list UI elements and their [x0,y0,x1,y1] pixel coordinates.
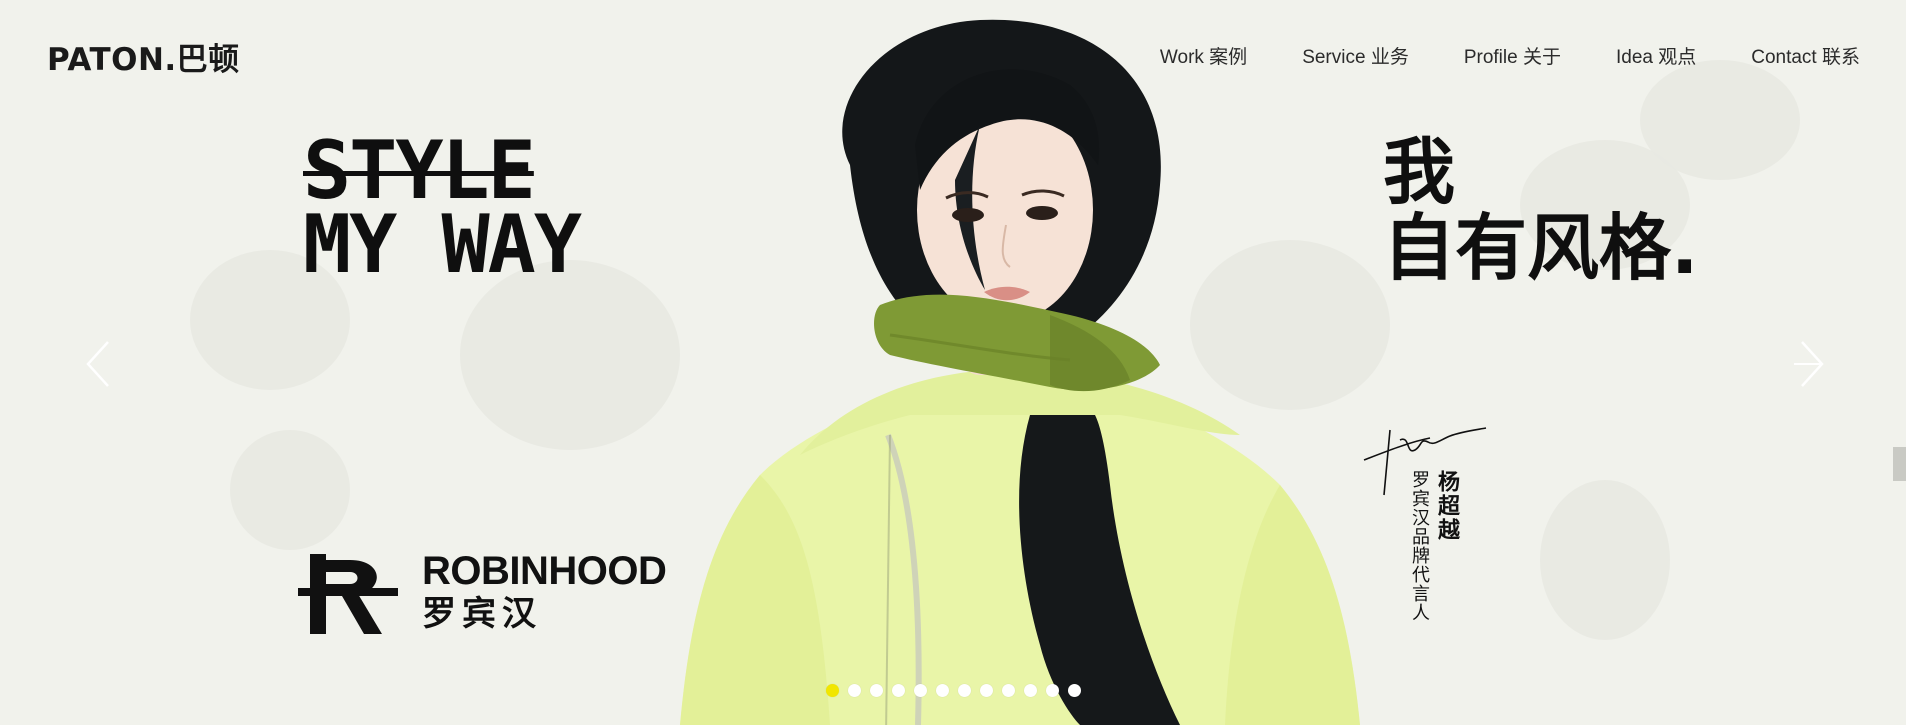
robinhood-logo-icon [298,554,398,634]
carousel-dot[interactable] [980,684,993,697]
carousel-dot[interactable] [1024,684,1037,697]
brand-name-en: ROBINHOOD [422,549,667,593]
carousel-dot[interactable] [936,684,949,697]
ambassador-name: 杨超越 [1434,470,1459,542]
site-logo[interactable]: PATON.巴顿 [47,34,240,79]
nav-item-contact[interactable]: Contact 联系 [1751,42,1860,69]
carousel-dot[interactable] [1002,684,1015,697]
chevron-right-icon[interactable] [1790,338,1830,390]
carousel-dot[interactable] [892,684,905,697]
headline-cn-line1: 我 [1383,130,1456,214]
model-photo [680,19,1360,725]
headline-left: STYLE MY WAY [303,124,582,291]
brand-name-cn: 罗宾汉 [422,594,542,634]
carousel-dot[interactable] [914,684,927,697]
brand-logo: ROBINHOOD 罗宾汉 [298,548,667,638]
carousel-dot[interactable] [848,684,861,697]
chevron-left-icon[interactable] [80,338,120,390]
headline-style: STYLE [303,124,536,217]
carousel-pagination [826,684,1081,697]
headline-cn-line2: 自有风格. [1383,206,1699,290]
carousel-dot[interactable] [870,684,883,697]
background-doodle [1540,480,1670,640]
nav-item-profile[interactable]: Profile 关于 [1464,42,1561,69]
background-doodle [230,430,350,550]
headline-right: 我 自有风格. [1383,134,1698,286]
carousel-dot[interactable] [1068,684,1081,697]
carousel-dot[interactable] [958,684,971,697]
headline-my-way: MY WAY [303,198,582,291]
ambassador-title: 罗宾汉品牌代言人 [1409,470,1430,622]
nav-item-idea[interactable]: Idea 观点 [1616,42,1696,69]
carousel-dot[interactable] [826,684,839,697]
carousel-dot[interactable] [1046,684,1059,697]
hero-slider: PATON.巴顿 Work 案例 Service 业务 Profile 关于 I… [0,0,1906,725]
side-scroll-tab[interactable] [1893,447,1906,481]
